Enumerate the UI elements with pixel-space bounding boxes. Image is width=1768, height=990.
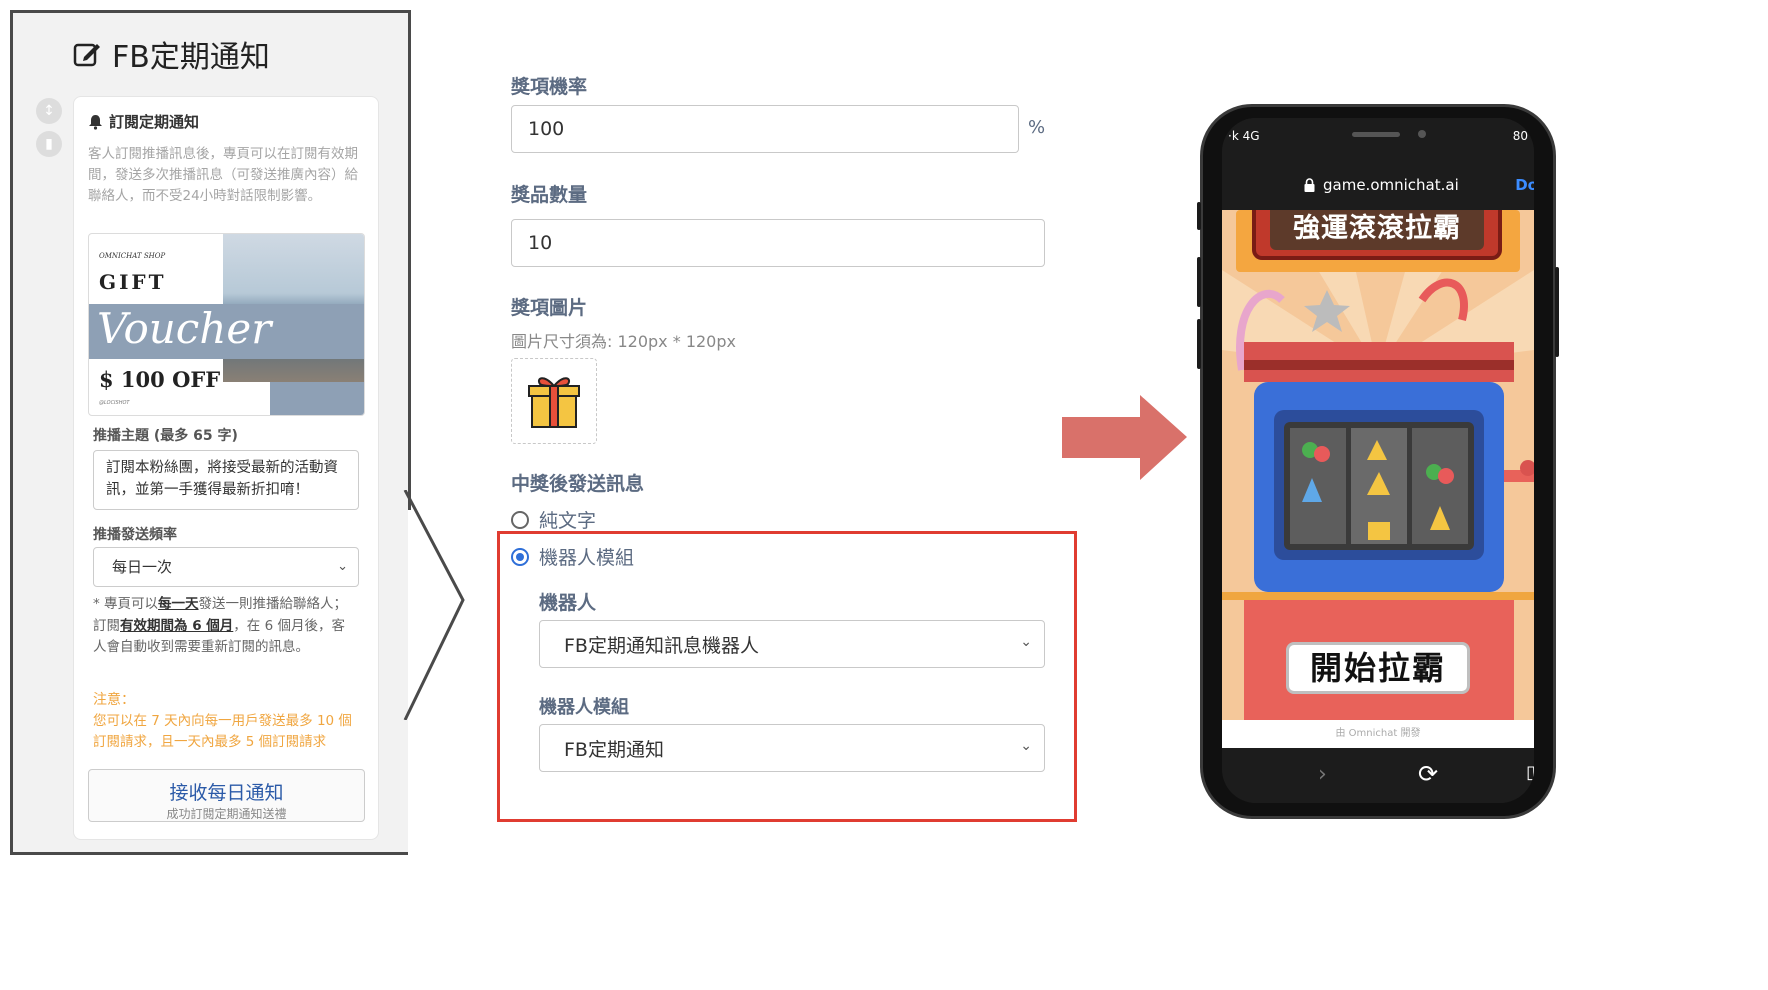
bell-icon bbox=[89, 114, 102, 130]
topic-label: 推播主題 (最多 65 字) bbox=[93, 428, 238, 444]
note-emphasis: 有效期間為 6 個月 bbox=[120, 617, 234, 634]
chevron-down-icon: ⌄ bbox=[337, 559, 348, 574]
speaker-notch bbox=[1352, 132, 1400, 137]
phone-button bbox=[1197, 319, 1201, 369]
trash-icon[interactable]: ▮ bbox=[36, 131, 62, 157]
message-type-label: 中獎後發送訊息 bbox=[511, 473, 645, 495]
status-bar: ·k 4G 80 bbox=[1222, 118, 1534, 154]
forward-icon[interactable]: › bbox=[1318, 762, 1327, 787]
phone-button bbox=[1197, 257, 1201, 307]
module-select-value: FB定期通知 bbox=[564, 738, 664, 761]
chevron-down-icon: ⌄ bbox=[1020, 634, 1032, 650]
radio-button[interactable] bbox=[511, 510, 529, 529]
bot-select-value: FB定期通知訊息機器人 bbox=[564, 634, 759, 657]
voucher-corner bbox=[270, 382, 364, 415]
card-heading: 訂閱定期通知 bbox=[88, 111, 199, 132]
notification-card: 訂閱定期通知 客人訂閱推播訊息後，專頁可以在訂閱有效期間，發送多次推播訊息（可發… bbox=[73, 96, 379, 840]
battery-status: 80 bbox=[1512, 129, 1528, 143]
done-button[interactable]: Do bbox=[1515, 176, 1534, 194]
voucher-script: Voucher bbox=[97, 304, 272, 353]
phone-button bbox=[1555, 267, 1559, 357]
frequency-select[interactable]: 每日一次 ⌄ bbox=[93, 547, 359, 587]
panel-title-text: FB定期通知 bbox=[112, 40, 270, 75]
highlight-box bbox=[497, 531, 1077, 822]
voucher-gift: GIFT bbox=[99, 270, 167, 294]
module-select[interactable]: FB定期通知 ⌄ bbox=[539, 724, 1045, 772]
game-title-banner: 強運滾滾拉霸 bbox=[1252, 210, 1502, 260]
quantity-value: 10 bbox=[528, 232, 553, 254]
quantity-label: 獎品數量 bbox=[511, 184, 588, 206]
reload-icon[interactable]: ⟳ bbox=[1418, 760, 1438, 788]
probability-value: 100 bbox=[528, 118, 565, 140]
browser-url-bar[interactable]: game.omnichat.ai Do bbox=[1222, 154, 1534, 210]
panel-title: FB定期通知 bbox=[72, 32, 270, 76]
slot-game: 強運滾滾拉霸 開始拉霸 bbox=[1222, 210, 1534, 720]
card-description: 客人訂閱推播訊息後，專頁可以在訂閱有效期間，發送多次推播訊息（可發送推廣內容）給… bbox=[88, 146, 358, 204]
arrow-right-icon bbox=[1062, 395, 1187, 480]
url-text: game.omnichat.ai bbox=[1323, 176, 1459, 194]
phone-button bbox=[1197, 202, 1201, 230]
note-emphasis: 每一天 bbox=[158, 596, 199, 612]
voucher-handle: @LOCISHOT bbox=[99, 400, 130, 406]
url-display[interactable]: game.omnichat.ai bbox=[1304, 176, 1459, 194]
topic-textarea[interactable]: 訂閱本粉絲團，將接受最新的活動資訊，並第一手獲得最新折扣唷！ bbox=[93, 450, 359, 510]
frequency-note: * 專頁可以每一天發送一則推播給聯絡人；訂閱有效期間為 6 個月，在 6 個月後… bbox=[93, 594, 355, 659]
frequency-value: 每日一次 bbox=[112, 558, 173, 576]
camera-dot bbox=[1418, 130, 1426, 138]
radio-plain-text-label: 純文字 bbox=[539, 510, 597, 532]
warning-title: 注意： bbox=[93, 692, 135, 708]
phone-screen: ·k 4G 80 game.omnichat.ai Do 強運滾滾拉霸 開始拉霸… bbox=[1222, 118, 1534, 803]
bot-label: 機器人 bbox=[539, 592, 597, 614]
tabs-icon[interactable]: ▯ bbox=[1526, 762, 1534, 783]
powered-by: 由 Omnichat 開發 bbox=[1222, 720, 1534, 748]
lock-icon bbox=[1304, 178, 1315, 192]
callout-pointer bbox=[403, 490, 465, 720]
drag-handle-icon[interactable]: ↕ bbox=[36, 98, 62, 124]
module-label: 機器人模組 bbox=[539, 697, 629, 718]
voucher-image: OMNICHAT SHOP GIFT Voucher $ 100 OFF @LO… bbox=[88, 233, 365, 416]
chevron-down-icon: ⌄ bbox=[1020, 738, 1032, 754]
quantity-input[interactable]: 10 bbox=[511, 219, 1045, 267]
image-label: 獎項圖片 bbox=[511, 297, 588, 319]
game-title: 強運滾滾拉霸 bbox=[1270, 210, 1484, 250]
warning-text: 您可以在 7 天內向每一用戶發送最多 10 個訂閱請求，且一天內最多 5 個訂閱… bbox=[93, 713, 352, 750]
probability-input[interactable]: 100 bbox=[511, 105, 1019, 153]
image-hint: 圖片尺寸須為: 120px * 120px bbox=[511, 332, 736, 351]
browser-toolbar: › ⟳ ▯ bbox=[1222, 748, 1534, 803]
prize-image-upload[interactable] bbox=[511, 358, 597, 444]
signal-status: ·k 4G bbox=[1228, 129, 1260, 143]
note-part: * 專頁可以 bbox=[93, 596, 159, 612]
gift-icon bbox=[528, 377, 580, 428]
bot-select[interactable]: FB定期通知訊息機器人 ⌄ bbox=[539, 620, 1045, 668]
probability-label: 獎項機率 bbox=[511, 76, 588, 98]
subscribe-button-subtitle: 成功訂閱定期通知送禮 bbox=[166, 807, 287, 821]
frequency-label: 推播發送頻率 bbox=[93, 527, 177, 543]
subscribe-button-label: 接收每日通知 bbox=[169, 782, 284, 804]
percent-unit: % bbox=[1028, 117, 1046, 138]
radio-plain-text[interactable]: 純文字 bbox=[511, 506, 596, 533]
voucher-amount: $ 100 OFF bbox=[99, 367, 221, 392]
edit-icon bbox=[73, 43, 100, 67]
start-spin-button[interactable]: 開始拉霸 bbox=[1286, 642, 1470, 694]
subscribe-button[interactable]: 接收每日通知 成功訂閱定期通知送禮 bbox=[88, 769, 365, 822]
voucher-shop: OMNICHAT SHOP bbox=[99, 252, 166, 260]
card-heading-text: 訂閱定期通知 bbox=[109, 113, 200, 131]
